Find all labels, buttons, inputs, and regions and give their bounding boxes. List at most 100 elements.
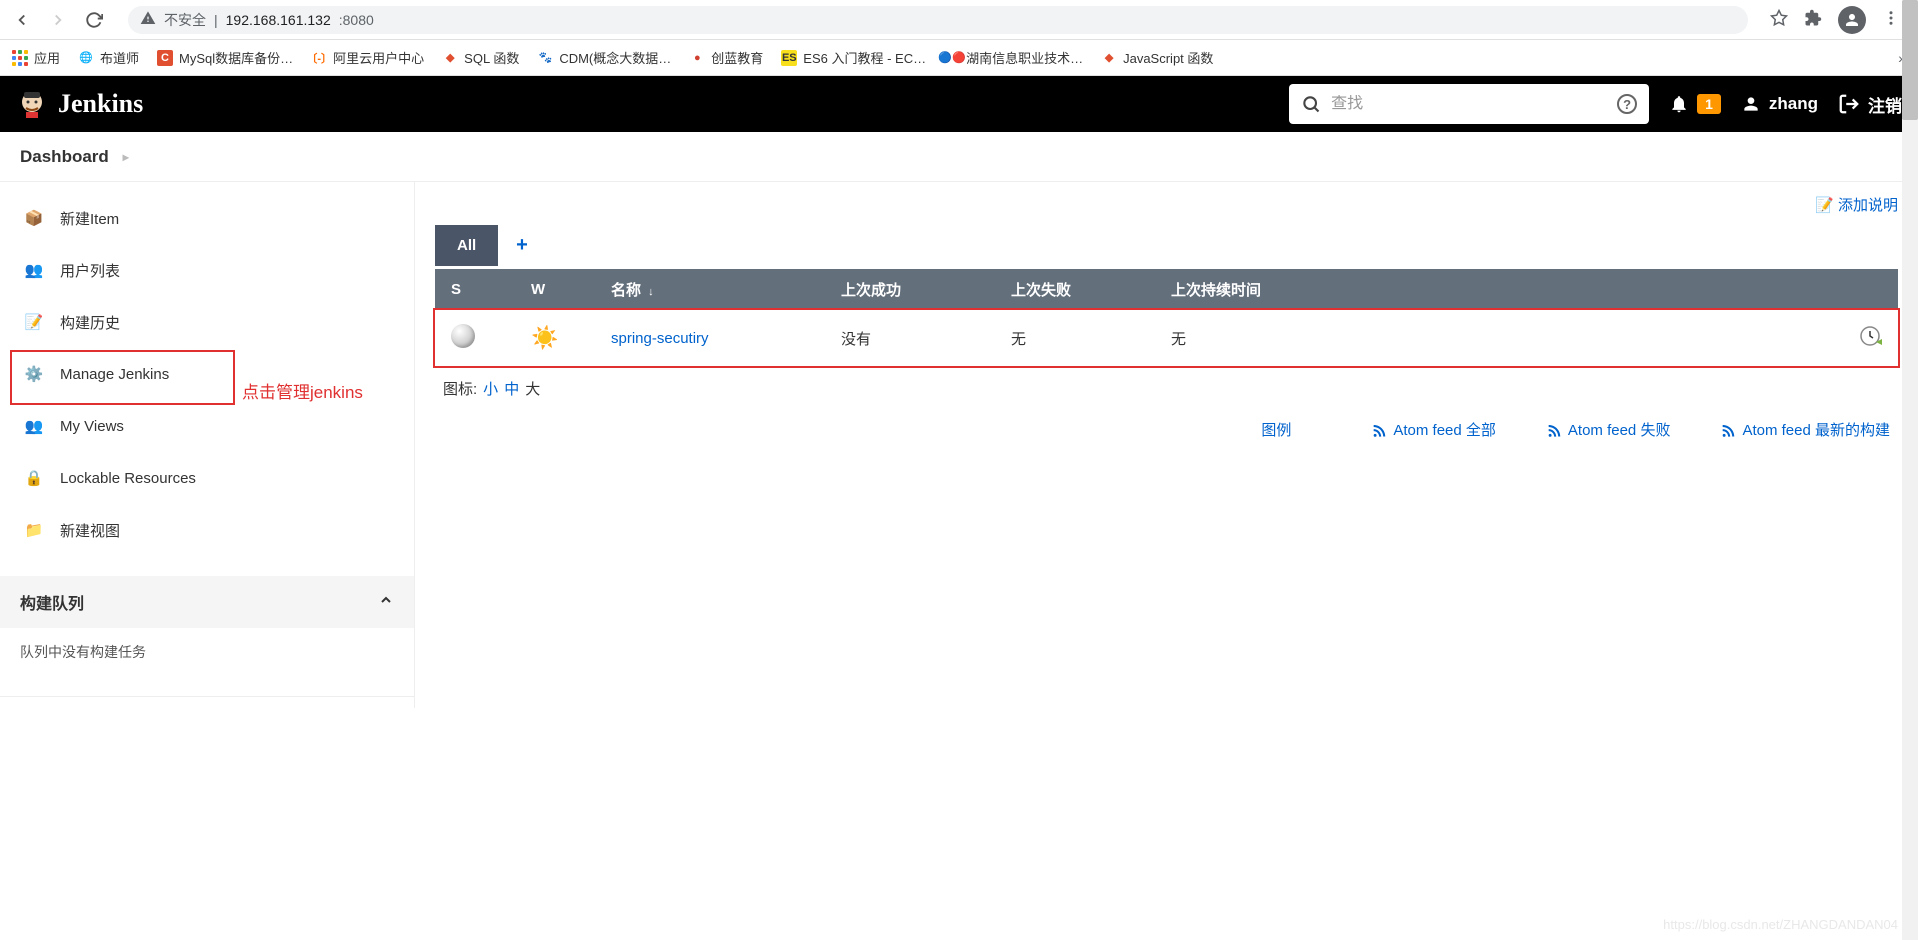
- icon-size-large[interactable]: 大: [525, 378, 540, 399]
- job-name-link[interactable]: spring-secutiry: [611, 330, 709, 347]
- bookmark-item[interactable]: ◆ JavaScript 函数: [1101, 48, 1213, 67]
- folder-plus-icon: 📁: [22, 518, 46, 542]
- breadcrumb-dashboard[interactable]: Dashboard ▸: [20, 147, 129, 167]
- forward-button[interactable]: [46, 8, 70, 32]
- apps-shortcut[interactable]: 应用: [12, 48, 60, 67]
- jenkins-brand-text: Jenkins: [58, 89, 143, 119]
- extensions-icon[interactable]: [1804, 9, 1822, 30]
- jenkins-mascot-icon: [16, 88, 48, 120]
- bookmark-favicon: ◆: [1101, 50, 1117, 66]
- back-button[interactable]: [10, 8, 34, 32]
- sidebar-build-history[interactable]: 📝 构建历史: [0, 296, 414, 348]
- jenkins-header: Jenkins ? 1 zhang 注销: [0, 76, 1918, 132]
- bookmark-item[interactable]: 🌐 布道师: [78, 48, 139, 67]
- schedule-build-icon[interactable]: [1858, 335, 1882, 352]
- lock-icon: 🔒: [22, 466, 46, 490]
- col-last-success[interactable]: 上次成功: [825, 269, 995, 310]
- bookmark-favicon: ES: [781, 50, 797, 66]
- logout-label: 注销: [1868, 92, 1902, 117]
- icon-size-small[interactable]: 小: [483, 378, 498, 399]
- jenkins-logo[interactable]: Jenkins: [16, 88, 143, 120]
- apps-label: 应用: [34, 48, 60, 67]
- logout-icon: [1838, 93, 1860, 115]
- col-weather[interactable]: W: [515, 269, 595, 310]
- chevron-up-icon: [378, 592, 394, 613]
- watermark-text: https://blog.csdn.net/ZHANGDANDAN04: [1663, 917, 1898, 932]
- search-icon: [1301, 94, 1321, 114]
- notifications-button[interactable]: 1: [1669, 94, 1721, 114]
- bell-icon: [1669, 94, 1689, 114]
- browser-toolbar: 不安全 | 192.168.161.132:8080: [0, 0, 1918, 40]
- rss-icon: [1371, 422, 1387, 438]
- search-box[interactable]: ?: [1289, 84, 1649, 124]
- content-area: 📝 添加说明 All + S W 名称 ↓ 上次成功 上次失败 上次持续时间: [415, 182, 1918, 708]
- sidebar-people[interactable]: 👥 用户列表: [0, 244, 414, 296]
- job-row: ☀️ spring-secutiry 没有 无 无: [435, 310, 1898, 366]
- people-icon: 👥: [22, 258, 46, 282]
- status-ball-icon: [451, 324, 475, 348]
- sort-asc-icon: ↓: [645, 286, 654, 298]
- chevron-right-icon: ▸: [123, 150, 129, 164]
- sidebar-my-views[interactable]: 👥 My Views: [0, 400, 414, 452]
- add-description-link[interactable]: 📝 添加说明: [1815, 194, 1898, 215]
- views-icon: 👥: [22, 414, 46, 438]
- job-last-duration: 无: [1155, 310, 1828, 366]
- bookmark-item[interactable]: ● 创蓝教育: [689, 48, 763, 67]
- bookmark-item[interactable]: ◆ SQL 函数: [442, 48, 519, 67]
- add-view-tab-button[interactable]: +: [498, 222, 546, 269]
- col-status[interactable]: S: [435, 269, 515, 310]
- gear-icon: ⚙️: [22, 362, 46, 386]
- annotation-text: 点击管理jenkins: [242, 378, 363, 403]
- col-name[interactable]: 名称 ↓: [595, 269, 825, 310]
- bookmark-favicon: 〔-〕: [311, 50, 327, 66]
- job-last-failure: 无: [995, 310, 1155, 366]
- bookmark-favicon: ◆: [442, 50, 458, 66]
- reload-button[interactable]: [82, 8, 106, 32]
- job-last-success: 没有: [825, 310, 995, 366]
- bookmark-item[interactable]: 🐾 CDM(概念大数据…: [537, 48, 671, 67]
- sidebar-lockable-resources[interactable]: 🔒 Lockable Resources: [0, 452, 414, 504]
- vertical-scrollbar[interactable]: [1902, 0, 1918, 940]
- col-last-duration[interactable]: 上次持续时间: [1155, 269, 1828, 310]
- user-menu[interactable]: zhang: [1741, 94, 1818, 114]
- user-icon: [1741, 94, 1761, 114]
- search-input[interactable]: [1331, 95, 1607, 113]
- breadcrumb: Dashboard ▸: [0, 132, 1918, 182]
- address-bar[interactable]: 不安全 | 192.168.161.132:8080: [128, 6, 1748, 34]
- legend-link[interactable]: 图例: [1261, 419, 1291, 440]
- username-label: zhang: [1769, 94, 1818, 114]
- bookmark-favicon: 🔵🔴: [944, 50, 960, 66]
- url-port: :8080: [339, 12, 374, 28]
- help-icon[interactable]: ?: [1617, 94, 1637, 114]
- feed-latest-link[interactable]: Atom feed 最新的构建: [1720, 419, 1890, 440]
- job-table: S W 名称 ↓ 上次成功 上次失败 上次持续时间 ☀️ spring-secu…: [435, 269, 1898, 366]
- browser-menu-icon[interactable]: [1882, 9, 1900, 30]
- bookmark-item[interactable]: ES ES6 入门教程 - EC…: [781, 48, 926, 67]
- col-last-failure[interactable]: 上次失败: [995, 269, 1155, 310]
- feed-fail-link[interactable]: Atom feed 失败: [1546, 419, 1671, 440]
- logout-button[interactable]: 注销: [1838, 92, 1902, 117]
- edit-icon: 📝: [1815, 196, 1834, 214]
- globe-icon: 🌐: [78, 50, 94, 66]
- tab-all[interactable]: All: [435, 225, 498, 266]
- weather-sunny-icon: ☀️: [531, 325, 558, 350]
- build-queue-empty-message: 队列中没有构建任务: [0, 628, 414, 676]
- sidebar-new-view[interactable]: 📁 新建视图: [0, 504, 414, 556]
- bookmark-item[interactable]: C MySql数据库备份…: [157, 48, 293, 67]
- history-icon: 📝: [22, 310, 46, 334]
- icon-size-medium[interactable]: 中: [504, 378, 519, 399]
- feed-all-link[interactable]: Atom feed 全部: [1371, 419, 1496, 440]
- rss-icon: [1546, 422, 1562, 438]
- bookmark-item[interactable]: 〔-〕 阿里云用户中心: [311, 48, 424, 67]
- security-warning-icon: [140, 10, 156, 29]
- new-item-icon: 📦: [22, 206, 46, 230]
- bookmark-item[interactable]: 🔵🔴 湖南信息职业技术…: [944, 48, 1083, 67]
- feed-links-row: 图例 Atom feed 全部 Atom feed 失败 Atom feed 最…: [435, 411, 1898, 448]
- sidebar-new-item[interactable]: 📦 新建Item: [0, 192, 414, 244]
- profile-icon[interactable]: [1838, 6, 1866, 34]
- notification-count-badge: 1: [1697, 94, 1721, 114]
- url-host: 192.168.161.132: [226, 12, 331, 28]
- security-label: 不安全: [164, 10, 206, 30]
- bookmark-star-icon[interactable]: [1770, 9, 1788, 30]
- build-queue-panel-header[interactable]: 构建队列: [0, 576, 414, 628]
